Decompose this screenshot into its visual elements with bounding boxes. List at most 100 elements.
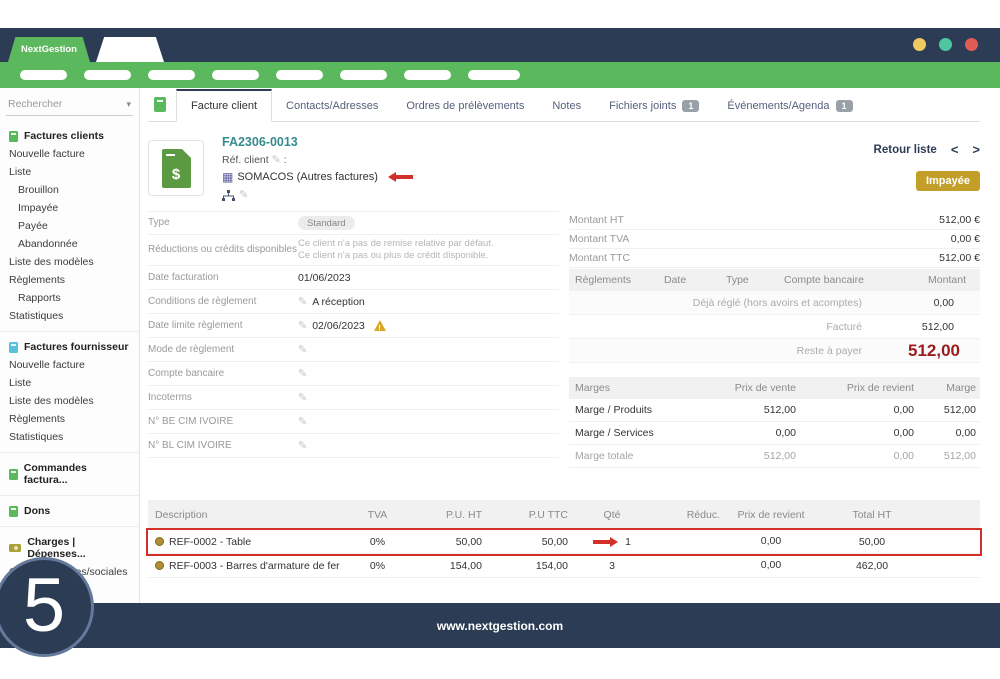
nav-pill[interactable] [468, 70, 520, 80]
edit-pencil-icon[interactable]: ✎ [298, 367, 307, 380]
detail-label: Mode de règlement [148, 344, 298, 356]
tabs-bar: Facture client Contacts/Adresses Ordres … [148, 88, 980, 122]
detail-row-reductions: Réductions ou crédits disponibles Ce cli… [148, 235, 559, 266]
edit-pencil-icon[interactable]: ✎ [298, 343, 307, 356]
invoice-action-icons: ✎ [222, 187, 413, 203]
edit-pencil-icon[interactable]: ✎ [298, 319, 307, 332]
summary-row-facture: Facturé 512,00 [569, 315, 980, 339]
summary-value: 512,00 [900, 321, 980, 333]
edit-pencil-icon[interactable]: ✎ [272, 154, 281, 166]
detail-row-incoterms: Incoterms ✎ [148, 386, 559, 410]
sidebar-item-reglements[interactable]: Règlements [0, 271, 139, 289]
detail-label: Type [148, 217, 298, 229]
brand-tab[interactable]: NextGestion [8, 37, 90, 62]
edit-pencil-icon[interactable]: ✎ [298, 415, 307, 428]
item-pu-ht: 50,00 [405, 536, 490, 548]
divider [0, 331, 139, 332]
main-content: Facture client Contacts/Adresses Ordres … [140, 88, 1000, 603]
sidebar-item-impayee[interactable]: Impayée [0, 199, 139, 217]
detail-row-be-cim: N° BE CIM IVOIRE ✎ [148, 410, 559, 434]
sidebar-item-reglements-f[interactable]: Règlements [0, 410, 139, 428]
sidebar-item-statistiques-f[interactable]: Statistiques [0, 428, 139, 446]
nav-pill[interactable] [276, 70, 323, 80]
sidebar-item-charges[interactable]: Charges | Dépenses... [0, 532, 139, 563]
tab-evenements-agenda[interactable]: Événements/Agenda 1 [713, 91, 866, 121]
tab-notes[interactable]: Notes [538, 91, 595, 121]
sidebar-section-factures-fournisseur: Factures fournisseur Nouvelle facture Li… [0, 337, 139, 446]
column-header: Date [664, 274, 726, 286]
edit-pencil-icon[interactable]: ✎ [298, 295, 307, 308]
chevron-left-icon[interactable]: < [951, 142, 959, 157]
nav-pill[interactable] [84, 70, 131, 80]
sidebar-item-abandonnee[interactable]: Abandonnée [0, 235, 139, 253]
detail-row-compte-bancaire: Compte bancaire ✎ [148, 362, 559, 386]
detail-row-mode-reglement: Mode de règlement ✎ [148, 338, 559, 362]
sidebar-section-factures-clients: Factures clients Nouvelle facture Liste … [0, 126, 139, 325]
edit-pencil-icon[interactable]: ✎ [298, 391, 307, 404]
item-row-ref-0003[interactable]: REF-0003 - Barres d'armature de fer 0% 1… [148, 554, 980, 578]
tab-ordres-prelevements[interactable]: Ordres de prélèvements [392, 91, 538, 121]
sidebar-item-brouillon[interactable]: Brouillon [0, 181, 139, 199]
marge-row-totale: Marge totale 512,00 0,00 512,00 [569, 445, 980, 468]
marge-value: 512,00 [678, 450, 796, 462]
sidebar-item-payee[interactable]: Payée [0, 217, 139, 235]
amount-row-tva: Montant TVA 0,00 € [569, 230, 980, 249]
back-to-list-link[interactable]: Retour liste [874, 144, 937, 156]
count-badge: 1 [682, 100, 699, 112]
nav-pill[interactable] [340, 70, 387, 80]
tab-label: Contacts/Adresses [286, 100, 378, 112]
column-header: Montant [888, 274, 980, 286]
sidebar-item-rapports[interactable]: Rapports [0, 289, 139, 307]
column-header: Compte bancaire [784, 274, 888, 286]
product-icon [155, 561, 164, 570]
tab-fichiers-joints[interactable]: Fichiers joints 1 [595, 91, 713, 121]
tab-facture-client[interactable]: Facture client [176, 89, 272, 122]
sidebar-item-factures-clients[interactable]: Factures clients [0, 126, 139, 145]
sidebar-item-dons[interactable]: Dons [0, 501, 139, 520]
tab-contacts-adresses[interactable]: Contacts/Adresses [272, 91, 392, 121]
detail-panels: Type Standard Réductions ou crédits disp… [148, 211, 980, 468]
item-total-ht: 462,00 [816, 560, 928, 572]
sidebar-item-liste[interactable]: Liste [0, 163, 139, 181]
invoice-header-right: Retour liste < > Impayée [874, 134, 980, 203]
invoice-details-table: Type Standard Réductions ou crédits disp… [148, 211, 559, 468]
column-header: Qté [576, 509, 648, 521]
nav-pill[interactable] [212, 70, 259, 80]
item-tva: 0% [350, 536, 405, 548]
invoice-info: FA2306-0013 Réf. client ✎ : ▦ SOMACOS (A… [222, 134, 413, 203]
detail-label: Date limite règlement [148, 320, 298, 332]
nav-pill[interactable] [20, 70, 67, 80]
sidebar-item-nouvelle-facture[interactable]: Nouvelle facture [0, 145, 139, 163]
client-ref-line: Réf. client ✎ : [222, 152, 413, 168]
sidebar-item-factures-fournisseur[interactable]: Factures fournisseur [0, 337, 139, 356]
nav-pill[interactable] [404, 70, 451, 80]
dollar-glyph: $ [172, 166, 180, 183]
edit-pencil-icon[interactable]: ✎ [239, 187, 248, 203]
chevron-right-icon[interactable]: > [972, 142, 980, 157]
column-header: Réduc. [648, 509, 726, 521]
sidebar-item-commandes[interactable]: Commandes factura... [0, 458, 139, 489]
nav-pill[interactable] [148, 70, 195, 80]
search-box[interactable]: ▾ [6, 94, 133, 116]
sidebar-item-liste-modeles[interactable]: Liste des modèles [0, 253, 139, 271]
tab-label: Facture client [191, 100, 257, 112]
amount-row-ttc: Montant TTC 512,00 € [569, 249, 980, 268]
summary-label: Reste à payer [569, 345, 900, 357]
tab-label: Événements/Agenda [727, 100, 829, 112]
sidebar-item-statistiques[interactable]: Statistiques [0, 307, 139, 325]
client-name[interactable]: SOMACOS (Autres factures) [237, 169, 378, 185]
search-input[interactable] [8, 98, 118, 110]
edit-pencil-icon[interactable]: ✎ [298, 439, 307, 452]
sidebar-item-nouvelle-facture-f[interactable]: Nouvelle facture [0, 356, 139, 374]
column-header: Description [148, 509, 350, 521]
sidebar-section-label: Dons [24, 505, 50, 517]
sidebar-item-liste-f[interactable]: Liste [0, 374, 139, 392]
column-header: P.U. HT [405, 509, 490, 521]
items-header: Description TVA P.U. HT P.U TTC Qté Rédu… [148, 500, 980, 530]
hierarchy-icon[interactable] [222, 190, 235, 201]
detail-row-conditions: Conditions de règlement ✎ A réception [148, 290, 559, 314]
sidebar-item-liste-modeles-f[interactable]: Liste des modèles [0, 392, 139, 410]
detail-label: N° BL CIM IVOIRE [148, 440, 298, 452]
item-row-ref-0002[interactable]: REF-0002 - Table 0% 50,00 50,00 1 0,00 5… [148, 530, 980, 554]
sidebar-section-label: Factures clients [24, 130, 104, 142]
